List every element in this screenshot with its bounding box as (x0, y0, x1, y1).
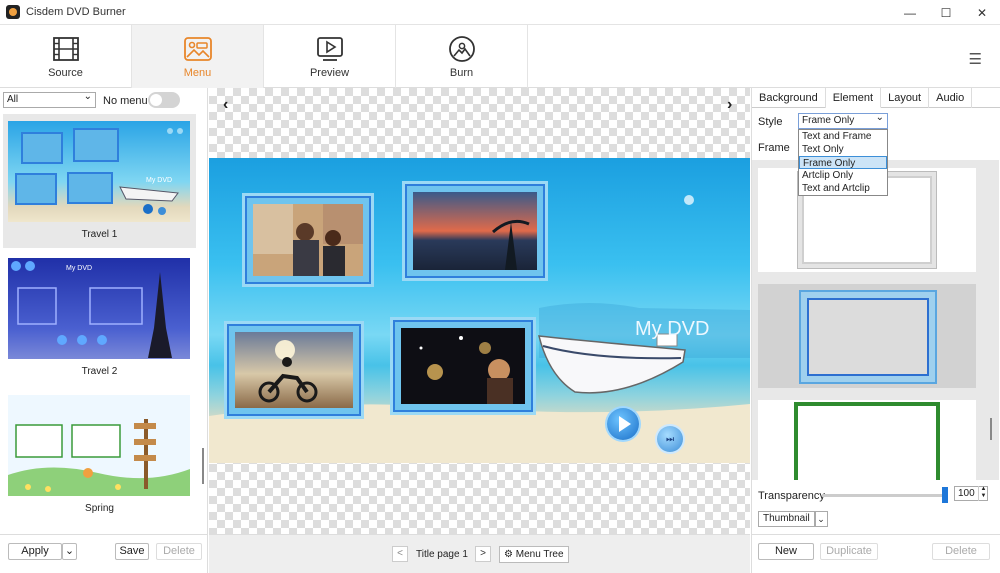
menu-title-text[interactable]: My DVD (635, 318, 709, 341)
template-travel-2[interactable]: My DVD Travel 2 (3, 251, 196, 385)
template-spring[interactable]: Spring (3, 388, 196, 522)
transparency-stepper[interactable]: ▲ ▼ (978, 486, 988, 501)
frame-gallery (752, 160, 999, 480)
next-arrow-icon[interactable]: › (727, 96, 732, 114)
menu-preview-area: ‹ › My DVD ⏭ < Title page 1 > ⚙ Menu Tre… (209, 88, 750, 573)
style-label: Style (758, 116, 783, 128)
tab-burn-label: Burn (449, 67, 474, 79)
tab-background[interactable]: Background (752, 88, 826, 108)
delete-element-button[interactable]: Delete (932, 543, 990, 560)
template-list-scrollbar[interactable] (202, 448, 204, 484)
photo-frame-2[interactable] (407, 186, 543, 276)
template-list: My DVD Travel 1 My DVD Travel 2 Spring (0, 114, 200, 534)
apply-dropdown-button[interactable]: ⌄ (62, 543, 77, 560)
next-chapter-button[interactable]: ⏭ (657, 426, 683, 452)
title-bar: Cisdem DVD Burner — ☐ ✕ (0, 0, 1000, 25)
play-screen-icon (316, 37, 343, 61)
delete-template-button[interactable]: Delete (156, 543, 202, 560)
style-option[interactable]: Text Only (799, 143, 887, 156)
main-toolbar: Source Menu Preview Burn ☰ (0, 25, 1000, 88)
app-logo-icon (6, 5, 20, 19)
template-thumbnail: My DVD (8, 258, 190, 359)
tab-menu-label: Menu (183, 67, 212, 79)
transparency-label: Transparency (758, 490, 825, 502)
chevron-down-icon: ⌄ (64, 545, 75, 557)
tab-menu[interactable]: Menu (132, 25, 264, 88)
prev-arrow-icon[interactable]: ‹ (223, 96, 228, 114)
template-thumbnail: My DVD (8, 121, 190, 222)
frame-label: Frame (758, 142, 790, 154)
maximize-button[interactable]: ☐ (928, 0, 964, 25)
disc-icon (448, 36, 475, 62)
menu-tree-label: Menu Tree (515, 549, 564, 560)
frame-option-green[interactable] (758, 400, 976, 480)
menu-template-icon (183, 37, 212, 61)
template-caption: Travel 2 (81, 366, 118, 377)
menu-canvas[interactable]: My DVD ⏭ (209, 158, 750, 463)
save-button[interactable]: Save (115, 543, 149, 560)
template-thumbnail (8, 395, 190, 496)
chevron-down-icon[interactable]: ⌄ (814, 511, 828, 527)
style-option-selected[interactable]: Frame Only (799, 156, 887, 169)
template-panel: All No menu My DVD (0, 88, 208, 573)
template-travel-1[interactable]: My DVD Travel 1 (3, 114, 196, 248)
style-option[interactable]: Artclip Only (799, 169, 887, 182)
film-icon (52, 37, 79, 61)
menu-tree-button[interactable]: ⚙ Menu Tree (499, 546, 569, 563)
new-button[interactable]: New (758, 543, 814, 560)
style-option[interactable]: Text and Artclip (799, 182, 887, 195)
prev-page-button[interactable]: < (392, 546, 408, 562)
template-filter-select[interactable]: All (3, 90, 96, 108)
thumb-dvd-label: My DVD (66, 265, 93, 272)
properties-tabs: Background Element Layout Audio (752, 88, 1000, 108)
photo-frame-4[interactable] (395, 322, 531, 410)
no-menu-label: No menu (103, 95, 148, 107)
photo-frame-1[interactable] (247, 198, 369, 282)
apply-button[interactable]: Apply (8, 543, 62, 560)
element-actions: New Duplicate Delete (752, 534, 1000, 573)
style-option[interactable]: Text and Frame (799, 130, 887, 143)
tab-source[interactable]: Source (0, 25, 132, 88)
tab-burn[interactable]: Burn (396, 25, 528, 88)
window-title: Cisdem DVD Burner (26, 6, 126, 18)
transparency-slider-thumb[interactable] (942, 487, 948, 503)
minimize-button[interactable]: — (892, 0, 928, 25)
frame-gallery-scrollbar[interactable] (990, 418, 992, 440)
thumbnail-select[interactable]: Thumbnail (758, 511, 816, 527)
close-button[interactable]: ✕ (964, 0, 1000, 25)
style-dropdown-list: Text and Frame Text Only Frame Only Artc… (798, 129, 888, 196)
template-actions: Apply ⌄ Save Delete (0, 534, 208, 573)
no-menu-toggle[interactable] (148, 92, 180, 108)
play-button-icon[interactable] (607, 408, 639, 440)
duplicate-button[interactable]: Duplicate (820, 543, 878, 560)
frame-option-stamp-selected[interactable] (758, 284, 976, 388)
hamburger-menu-icon[interactable]: ☰ (969, 50, 982, 68)
transparency-slider-track[interactable] (822, 494, 946, 497)
photo-frame-3[interactable] (229, 326, 359, 414)
tab-element[interactable]: Element (825, 88, 882, 108)
template-caption: Travel 1 (81, 229, 118, 240)
page-label: Title page 1 (416, 549, 468, 560)
tab-preview[interactable]: Preview (264, 25, 396, 88)
spin-down-icon: ▼ (980, 493, 987, 499)
tab-audio[interactable]: Audio (929, 88, 973, 108)
properties-panel: Background Element Layout Audio Style Fr… (751, 88, 1000, 573)
next-page-button[interactable]: > (475, 546, 491, 562)
spin-up-icon: ▲ (980, 486, 987, 492)
template-caption: Spring (85, 503, 114, 514)
page-navigation-bar: < Title page 1 > ⚙ Menu Tree (209, 534, 750, 573)
tab-source-label: Source (48, 67, 83, 79)
tab-layout[interactable]: Layout (881, 88, 930, 108)
tab-preview-label: Preview (309, 67, 350, 79)
style-select[interactable]: Frame Only (798, 111, 888, 129)
thumb-dvd-label: My DVD (146, 177, 173, 184)
gear-icon: ⚙ (504, 549, 513, 560)
